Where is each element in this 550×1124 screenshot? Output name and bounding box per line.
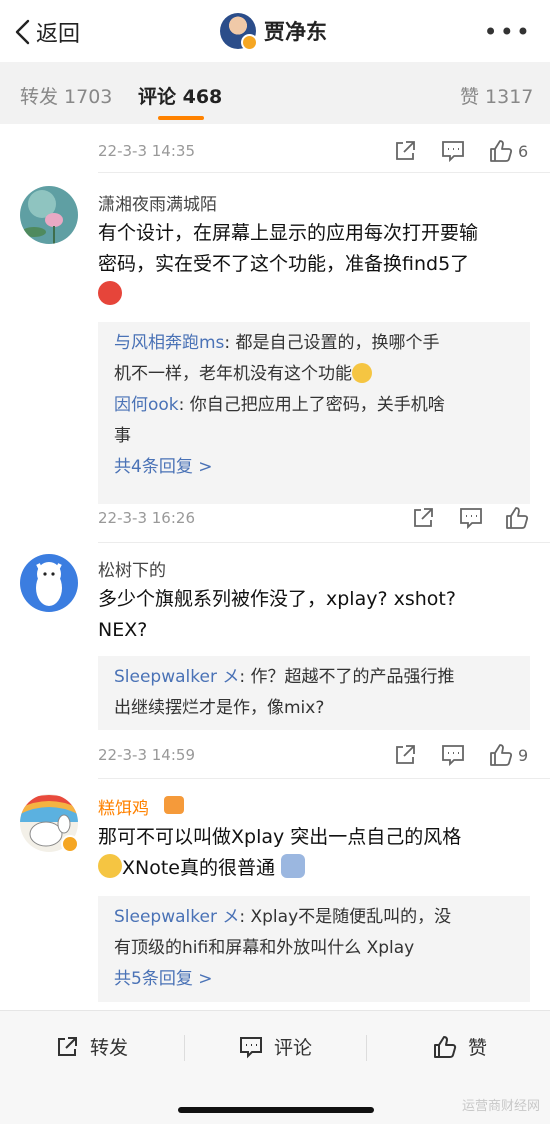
comment-text-line: 多少个旗舰系列被作没了，xplay? xshot?	[98, 588, 456, 610]
tab-repost[interactable]: 转发 1703	[20, 82, 112, 109]
vip-badge-icon	[164, 796, 184, 814]
angry-face-emoji	[98, 281, 122, 305]
reply-text: 出继续摆烂才是作，像mix?	[114, 698, 325, 718]
like-count: 6	[518, 142, 529, 161]
chevron-left-icon	[15, 19, 30, 45]
comment-label: 评论	[274, 1037, 313, 1059]
reply-text: 机不一样，老年机没有这个功能	[114, 364, 352, 384]
like-count: 9	[518, 746, 529, 765]
like-label: 赞	[468, 1037, 488, 1059]
reply-author[interactable]: Sleepwalker メ	[114, 667, 239, 687]
page-title: 贾净东	[264, 20, 327, 44]
weibo-comment-page: 返回 贾净东 ••• 转发 1703 评论 468 赞 1317 22-3-3 …	[0, 0, 550, 1124]
reply-text: : 你自己把应用上了密码，关手机啥	[178, 395, 445, 415]
user-avatar[interactable]	[20, 794, 79, 853]
repost-button[interactable]: 转发	[54, 1033, 128, 1060]
reply-text: : 作？超越不了的产品强行推	[239, 667, 455, 687]
author-avatar[interactable]	[220, 13, 258, 51]
back-button[interactable]: 返回	[14, 16, 80, 48]
share-icon[interactable]	[392, 742, 418, 768]
reply-author[interactable]: 与风相奔跑ms	[114, 333, 224, 353]
share-icon	[58, 1036, 77, 1056]
reply-author[interactable]: Sleepwalker メ	[114, 907, 239, 927]
repost-label: 转发	[90, 1037, 129, 1059]
like-icon[interactable]	[488, 138, 514, 164]
divider	[98, 778, 550, 779]
comment-time: 22-3-3 14:59	[98, 746, 195, 764]
divider	[98, 172, 550, 173]
replies-box[interactable]: 与风相奔跑ms: 都是自己设置的，换哪个手 机不一样，老年机没有这个功能 因何o…	[98, 322, 530, 504]
reply-item[interactable]: Sleepwalker メ: 作？超越不了的产品强行推 出继续摆烂才是作，像mi…	[114, 662, 514, 724]
like-button[interactable]: 赞	[432, 1033, 487, 1060]
comment-icon[interactable]	[458, 505, 484, 531]
comment-meta-row: 22-3-3 14:35 6	[98, 136, 538, 166]
comment-text-line: XNote真的很普通	[122, 857, 275, 879]
like-icon[interactable]	[504, 505, 530, 531]
more-options-icon[interactable]: •••	[484, 18, 532, 46]
share-icon[interactable]	[392, 138, 418, 164]
reply-text: 有顶级的hifi和屏幕和外放叫什么 Xplay	[114, 938, 415, 958]
view-more-replies-link[interactable]: 共4条回复 >	[114, 452, 514, 483]
reply-item[interactable]: 与风相奔跑ms: 都是自己设置的，换哪个手 机不一样，老年机没有这个功能	[114, 328, 514, 390]
comment-text-line: NEX?	[98, 619, 148, 641]
comment-meta-row: 22-3-3 14:59 9	[98, 740, 538, 770]
sad-person-emoji	[281, 854, 306, 878]
like-icon	[434, 1035, 457, 1058]
reply-item[interactable]: Sleepwalker メ: Xplay不是随便乱叫的，没 有顶级的hifi和屏…	[114, 902, 514, 964]
user-avatar[interactable]	[20, 554, 78, 612]
comment-author[interactable]: 糕饵鸡	[98, 794, 149, 819]
active-tab-indicator	[158, 116, 204, 120]
comment-text-line: 那可不可以叫做Xplay 突出一点自己的风格	[98, 826, 462, 848]
watermark: 运营商财经网	[461, 1099, 540, 1114]
comment-icon[interactable]	[440, 138, 466, 164]
back-label: 返回	[36, 22, 81, 47]
reply-item[interactable]: 因何ook: 你自己把应用上了密码，关手机啥 事	[114, 390, 514, 452]
divider	[366, 1035, 367, 1061]
tab-bar: 转发 1703 评论 468 赞 1317	[0, 62, 550, 124]
comment-time: 22-3-3 16:26	[98, 509, 195, 527]
like-icon[interactable]	[488, 742, 514, 768]
top-nav-bar: 返回 贾净东 •••	[0, 0, 550, 62]
reply-text: : 都是自己设置的，换哪个手	[224, 333, 440, 353]
reply-text: 事	[114, 426, 131, 446]
home-indicator[interactable]	[178, 1107, 374, 1113]
replies-box[interactable]: Sleepwalker メ: Xplay不是随便乱叫的，没 有顶级的hifi和屏…	[98, 896, 530, 1002]
tab-likes[interactable]: 赞 1317	[460, 82, 533, 109]
replies-box[interactable]: Sleepwalker メ: 作？超越不了的产品强行推 出继续摆烂才是作，像mi…	[98, 656, 530, 730]
comment-text-line: 有个设计，在屏幕上显示的应用每次打开要输	[98, 222, 479, 244]
comment-author[interactable]: 松树下的	[98, 556, 166, 581]
comment-time: 22-3-3 14:35	[98, 142, 195, 160]
user-avatar[interactable]	[20, 186, 78, 244]
smile-emoji	[352, 363, 372, 383]
comment-icon[interactable]	[440, 742, 466, 768]
comment-author[interactable]: 潇湘夜雨满城陌	[98, 190, 217, 215]
pleading-face-emoji	[98, 854, 122, 878]
post-author[interactable]: 贾净东	[220, 13, 327, 51]
reply-author[interactable]: 因何ook	[114, 395, 179, 415]
comment-meta-row: 22-3-3 16:26	[98, 503, 538, 533]
comment-icon	[240, 1036, 262, 1058]
comment-body: 有个设计，在屏幕上显示的应用每次打开要输 密码，实在受不了这个功能，准备换fin…	[98, 218, 538, 311]
divider	[184, 1035, 185, 1061]
reply-text: : Xplay不是随便乱叫的，没	[239, 907, 452, 927]
comment-body: 那可不可以叫做Xplay 突出一点自己的风格 XNote真的很普通	[98, 822, 538, 884]
tab-comments[interactable]: 评论 468	[138, 82, 222, 109]
divider	[98, 542, 550, 543]
comment-body: 多少个旗舰系列被作没了，xplay? xshot? NEX?	[98, 584, 538, 646]
share-icon[interactable]	[410, 505, 436, 531]
bottom-action-bar: 转发 评论 赞 运营商财经网	[0, 1010, 550, 1124]
comment-text-line: 密码，实在受不了这个功能，准备换find5了	[98, 253, 470, 275]
comment-button[interactable]: 评论	[238, 1033, 312, 1060]
view-more-replies-link[interactable]: 共5条回复 >	[114, 964, 514, 995]
